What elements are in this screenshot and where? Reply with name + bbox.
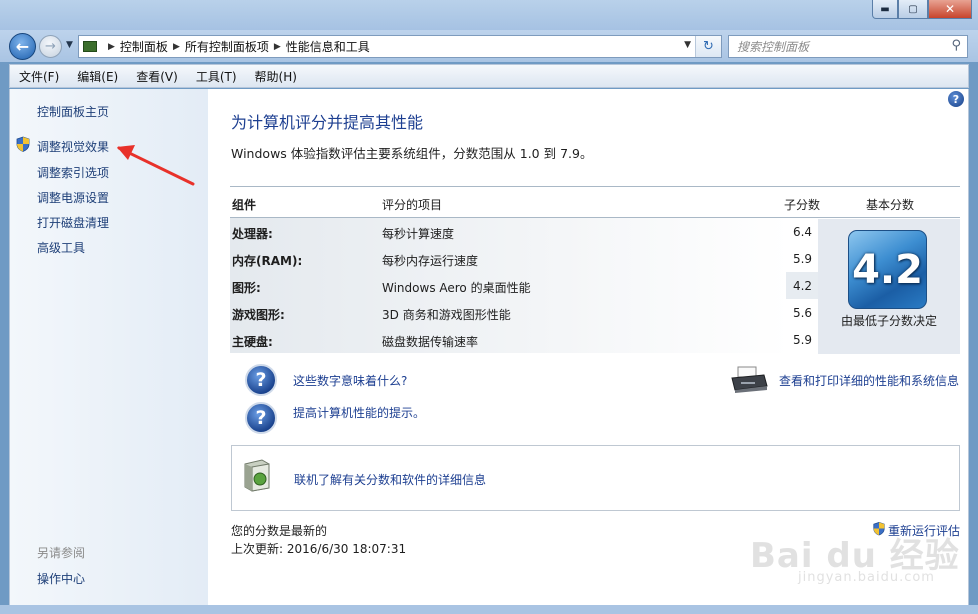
rated-item: 3D 商务和游戏图形性能 (382, 308, 511, 322)
window-titlebar: ▬ ▢ ✕ (0, 0, 978, 30)
search-icon[interactable]: ⚲ (951, 38, 961, 53)
menu-help[interactable]: 帮助(H) (246, 68, 306, 85)
subscore-lowest: 4.2 (786, 272, 819, 299)
minimize-button[interactable]: ▬ (872, 0, 898, 19)
subscore: 5.9 (786, 245, 819, 272)
search-input[interactable]: 搜索控制面板 ⚲ (728, 35, 968, 58)
base-score-panel: 4.2 由最低子分数决定 (818, 219, 960, 354)
page-description: Windows 体验指数评估主要系统组件，分数范围从 1.0 到 7.9。 (231, 146, 593, 161)
sidebar-item-disk-cleanup[interactable]: 打开磁盘清理 (37, 214, 109, 231)
question-icon[interactable]: ? (245, 402, 277, 434)
navigation-bar: ← → ▼ ▶ 控制面板 ▶ 所有控制面板项 ▶ 性能信息和工具 ▼ ↻ 搜索控… (0, 30, 978, 62)
score-status: 您的分数是最新的 (231, 524, 328, 538)
menu-view[interactable]: 查看(V) (127, 68, 187, 85)
online-info-box: 联机了解有关分数和软件的详细信息 (231, 445, 960, 511)
menu-bar: 文件(F) 编辑(E) 查看(V) 工具(T) 帮助(H) (9, 64, 969, 88)
baidu-watermark: Bai du 经验 jingyan.baidu.com (750, 510, 975, 600)
base-score-badge: 4.2 (848, 230, 927, 309)
component-name: 内存(RAM): (232, 254, 303, 268)
menu-tools[interactable]: 工具(T) (187, 68, 246, 85)
subscore: 5.6 (786, 299, 819, 326)
sidebar-item-action-center[interactable]: 操作中心 (37, 570, 85, 587)
breadcrumb-separator-icon[interactable]: ▶ (108, 42, 115, 52)
subscore: 6.4 (786, 218, 819, 245)
base-score-note: 由最低子分数决定 (840, 314, 937, 328)
print-details-link[interactable]: 查看和打印详细的性能和系统信息 (779, 372, 959, 389)
breadcrumb-separator-icon[interactable]: ▶ (274, 42, 281, 52)
component-name: 处理器: (232, 227, 273, 241)
rated-item: 每秒计算速度 (382, 227, 455, 241)
sidebar-item-adjust-visual-effects[interactable]: 调整视觉效果 (37, 138, 109, 155)
printer-icon[interactable] (729, 366, 769, 394)
menu-edit[interactable]: 编辑(E) (68, 68, 127, 85)
component-name: 游戏图形: (232, 308, 285, 322)
question-icon[interactable]: ? (245, 364, 277, 396)
page-title: 为计算机评分并提高其性能 (231, 113, 424, 132)
watermark-url-text: jingyan.baidu.com (798, 570, 935, 585)
header-base-score: 基本分数 (866, 198, 915, 212)
back-arrow-icon: ← (15, 37, 30, 56)
uac-shield-icon (16, 136, 30, 152)
header-component: 组件 (232, 198, 257, 212)
breadcrumb-control-panel[interactable]: 控制面板 (120, 38, 168, 55)
window-bottom-border (0, 605, 978, 614)
sidebar-item-adjust-indexing[interactable]: 调整索引选项 (37, 164, 109, 181)
maximize-button[interactable]: ▢ (898, 0, 928, 19)
recent-pages-dropdown-icon[interactable]: ▼ (66, 40, 73, 50)
performance-tips-link[interactable]: 提高计算机性能的提示。 (293, 404, 425, 421)
software-box-icon (244, 459, 270, 492)
subscore: 5.9 (786, 326, 819, 353)
breadcrumb-separator-icon[interactable]: ▶ (173, 42, 180, 52)
forward-arrow-icon: → (45, 39, 56, 54)
menu-file[interactable]: 文件(F) (10, 68, 68, 85)
last-update: 上次更新: 2016/6/30 18:07:31 (231, 542, 407, 556)
close-button[interactable]: ✕ (928, 0, 972, 19)
window-controls: ▬ ▢ ✕ (872, 0, 972, 19)
help-icon[interactable]: ? (948, 91, 964, 107)
refresh-button[interactable]: ↻ (695, 36, 721, 57)
table-header: 组件 评分的项目 子分数 基本分数 (230, 186, 960, 218)
online-info-link[interactable]: 联机了解有关分数和软件的详细信息 (294, 471, 486, 488)
header-subscore: 子分数 (784, 198, 821, 212)
sidebar-item-advanced-tools[interactable]: 高级工具 (37, 239, 85, 256)
header-rated-item: 评分的项目 (382, 198, 443, 212)
refresh-icon: ↻ (703, 39, 714, 54)
what-numbers-mean-link[interactable]: 这些数字意味着什么? (293, 372, 407, 389)
component-name: 图形: (232, 281, 261, 295)
address-bar[interactable]: ▶ 控制面板 ▶ 所有控制面板项 ▶ 性能信息和工具 ▼ ↻ (78, 35, 722, 58)
forward-button[interactable]: → (39, 35, 62, 58)
annotation-arrow-icon (117, 145, 195, 186)
see-also-heading: 另请参阅 (37, 546, 86, 560)
breadcrumb-performance[interactable]: 性能信息和工具 (286, 38, 370, 55)
sidebar-item-adjust-power[interactable]: 调整电源设置 (37, 189, 109, 206)
control-panel-icon (83, 41, 97, 52)
back-button[interactable]: ← (9, 33, 36, 60)
component-name: 主硬盘: (232, 335, 273, 349)
rated-item: Windows Aero 的桌面性能 (382, 281, 531, 295)
sidebar-item-control-panel-home[interactable]: 控制面板主页 (37, 103, 109, 120)
address-dropdown-icon[interactable]: ▼ (684, 40, 691, 50)
rated-item: 每秒内存运行速度 (382, 254, 479, 268)
breadcrumb-all-items[interactable]: 所有控制面板项 (185, 38, 269, 55)
rated-item: 磁盘数据传输速率 (382, 335, 479, 349)
search-placeholder: 搜索控制面板 (737, 40, 810, 54)
score-table: 组件 评分的项目 子分数 基本分数 处理器: 每秒计算速度 6.4 内存(RAM… (230, 186, 960, 354)
